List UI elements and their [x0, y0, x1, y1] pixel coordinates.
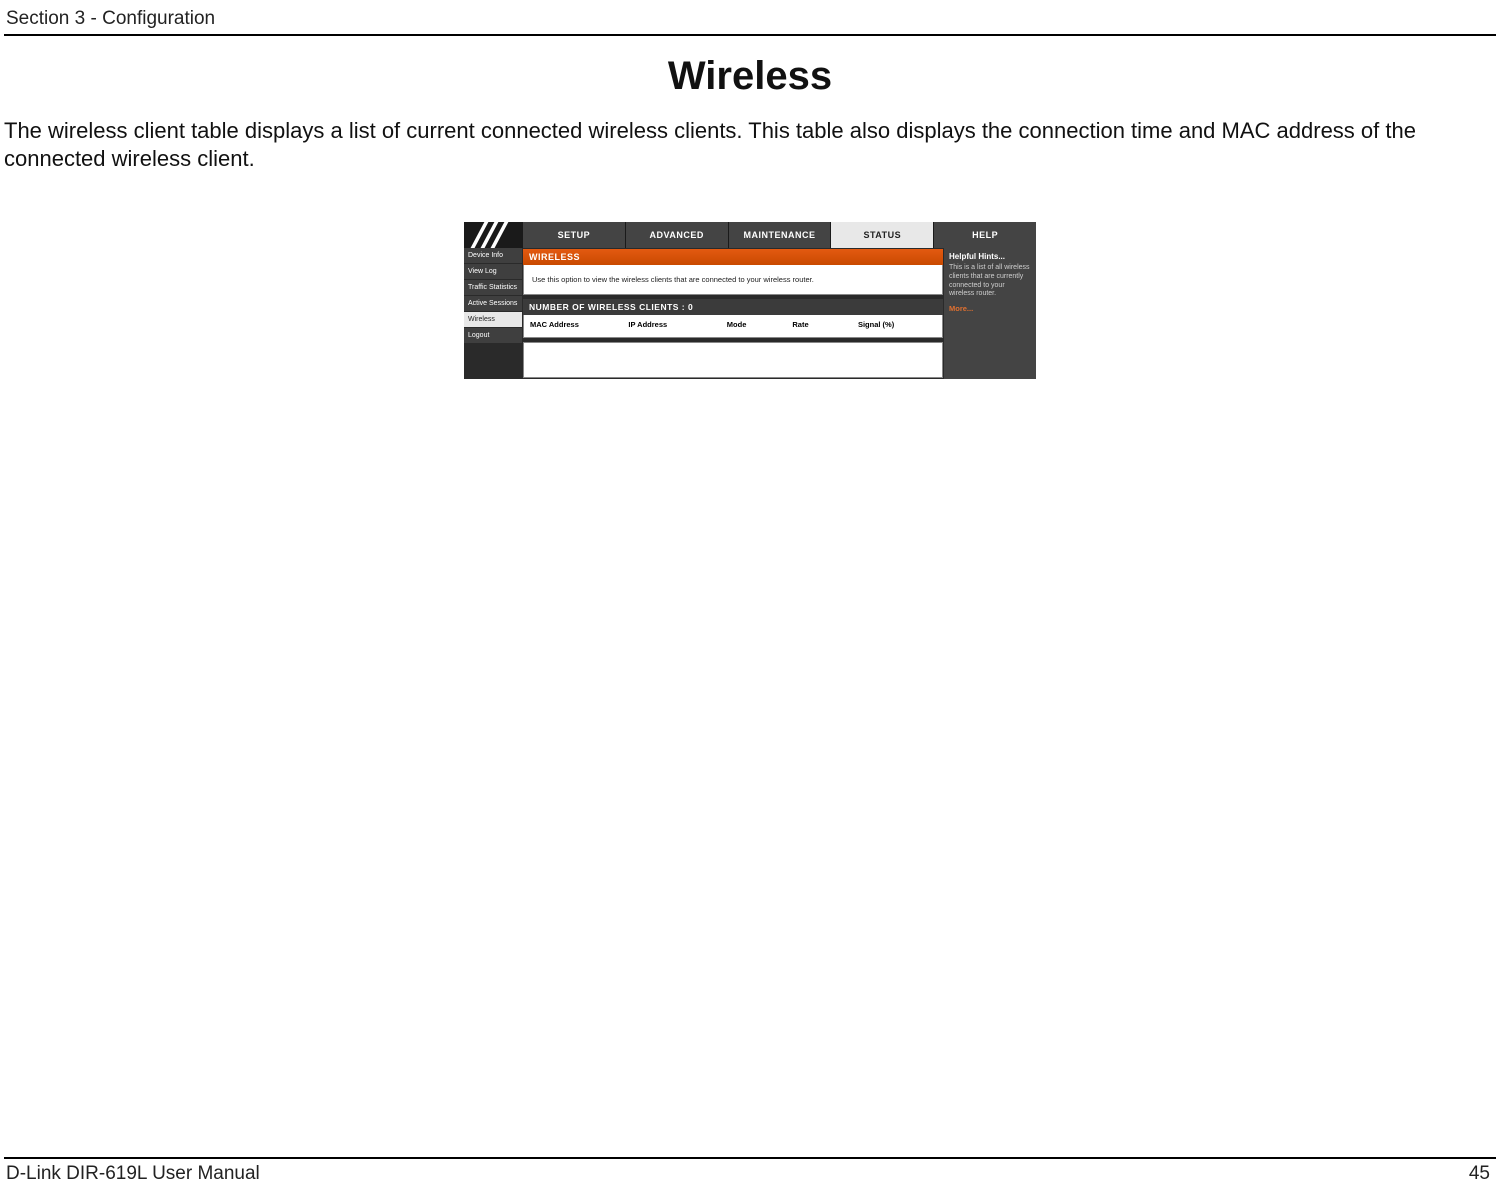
- tab-maintenance[interactable]: MAINTENANCE: [728, 222, 831, 248]
- tab-help[interactable]: HELP: [933, 222, 1036, 248]
- sidebar-item-wireless[interactable]: Wireless: [464, 312, 522, 328]
- panel-heading-clients-count: NUMBER OF WIRELESS CLIENTS : 0: [523, 299, 943, 315]
- sidebar-item-active-sessions[interactable]: Active Sessions: [464, 296, 522, 312]
- sidebar-item-logout[interactable]: Logout: [464, 328, 522, 344]
- clients-table: MAC Address IP Address Mode Rate Signal …: [523, 315, 943, 338]
- main-panel: WIRELESS Use this option to view the wir…: [522, 248, 944, 379]
- sidebar-item-traffic-statistics[interactable]: Traffic Statistics: [464, 280, 522, 296]
- col-rate: Rate: [790, 318, 856, 331]
- brand-logo: [464, 222, 522, 248]
- col-mac-address: MAC Address: [528, 318, 626, 331]
- sidebar: Device Info View Log Traffic Statistics …: [464, 248, 522, 379]
- hints-text: This is a list of all wireless clients t…: [949, 264, 1031, 299]
- footer-rule: [4, 1157, 1496, 1159]
- tab-status[interactable]: STATUS: [830, 222, 933, 248]
- intro-text: The wireless client table displays a lis…: [4, 117, 1494, 172]
- col-ip-address: IP Address: [626, 318, 724, 331]
- header-rule: [4, 34, 1496, 36]
- footer-manual-name: D-Link DIR-619L User Manual: [6, 1163, 260, 1185]
- section-header: Section 3 - Configuration: [6, 8, 215, 30]
- hints-more-link[interactable]: More...: [949, 304, 1031, 313]
- router-admin-screenshot: SETUP ADVANCED MAINTENANCE STATUS HELP D…: [464, 222, 1036, 379]
- helpful-hints-panel: Helpful Hints... This is a list of all w…: [944, 248, 1036, 379]
- col-mode: Mode: [725, 318, 791, 331]
- sidebar-item-view-log[interactable]: View Log: [464, 264, 522, 280]
- footer-page-number: 45: [1469, 1163, 1490, 1185]
- hints-title: Helpful Hints...: [949, 252, 1031, 261]
- panel-heading-wireless: WIRELESS: [523, 249, 943, 265]
- sidebar-item-device-info[interactable]: Device Info: [464, 248, 522, 264]
- tab-advanced[interactable]: ADVANCED: [625, 222, 728, 248]
- col-signal: Signal (%): [856, 318, 938, 331]
- table-header-row: MAC Address IP Address Mode Rate Signal …: [528, 318, 938, 331]
- empty-content-strip: [523, 342, 943, 378]
- panel-description: Use this option to view the wireless cli…: [523, 265, 943, 295]
- tab-setup[interactable]: SETUP: [522, 222, 625, 248]
- page-title: Wireless: [0, 54, 1500, 99]
